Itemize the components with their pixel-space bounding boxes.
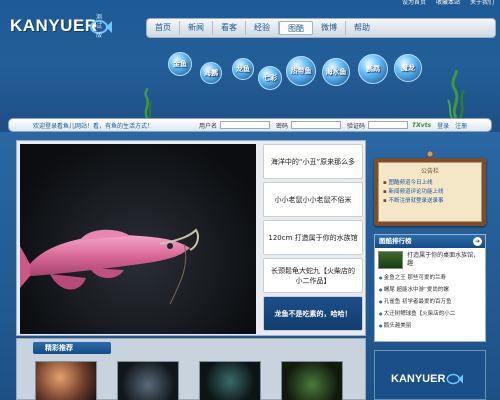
top-link-homepage[interactable]: 设为首页 bbox=[402, 0, 426, 6]
notice-board: 公告栏 图酷频道今日上线 新闻频道评论功能上线 不断注册就登录送录事 bbox=[374, 158, 486, 226]
password-label: 密码 bbox=[276, 122, 289, 130]
ranking-item[interactable]: 金鱼之王 那些可爱的兰寿 bbox=[379, 272, 481, 284]
captcha-image[interactable]: TXvts bbox=[412, 122, 431, 129]
notice-board-inner: 公告栏 图酷频道今日上线 新闻频道评论功能上线 不断注册就登录送录事 bbox=[378, 162, 482, 222]
beta-tag: 测试版 bbox=[96, 14, 103, 39]
captcha-label: 验证码 bbox=[347, 122, 366, 130]
bottom-logo: KANYUER bbox=[374, 350, 486, 400]
notice-pin-icon bbox=[426, 150, 434, 158]
bubble-goldfish-label: 金鱼 bbox=[173, 60, 187, 68]
nav-item-viewers[interactable]: 看客 bbox=[213, 21, 246, 35]
bubble-tropical-label: 热带鱼 bbox=[290, 67, 312, 75]
ranking-top-item[interactable]: 打造属于你的桌面水族馆，趣 bbox=[375, 248, 485, 272]
main-nav: 首页 新闻 看客 经验 图酷 微博 帮助 bbox=[146, 18, 496, 38]
logo-text: KANYUER bbox=[10, 16, 98, 35]
username-input[interactable] bbox=[220, 121, 271, 129]
notice-title: 公告栏 bbox=[420, 168, 439, 175]
bottom-fish-logo-icon bbox=[446, 373, 463, 385]
bubble-arowana[interactable]: 龙鱼 bbox=[232, 58, 254, 80]
bubble-arowana-label: 龙鱼 bbox=[236, 65, 250, 73]
top-link-about[interactable]: 关于我们 bbox=[470, 0, 494, 6]
nav-item-home[interactable]: 首页 bbox=[147, 21, 180, 35]
bubble-parrot-label: 鹦鹉 bbox=[366, 65, 380, 73]
recommend-thumb[interactable] bbox=[117, 361, 179, 400]
ranking-item[interactable]: 大迁树鳃球鱼【火柴店的小二 bbox=[379, 308, 481, 320]
nav-item-weibo[interactable]: 微博 bbox=[313, 21, 346, 35]
ranking-top-thumb bbox=[378, 251, 404, 269]
recommend-thumb[interactable] bbox=[35, 361, 97, 400]
story-item[interactable]: 长颈鬆龟大蛇九【火柴店的小二作品】 bbox=[263, 258, 363, 293]
bubble-goldfish[interactable]: 金鱼 bbox=[168, 52, 192, 76]
featured-panel: 海洋中的“小丑”原来那么多 小小老鼠小小老鼠不俗米 120cm 打造属于你的水族… bbox=[16, 140, 366, 336]
ranking-title: 图酷排行榜 bbox=[379, 237, 412, 245]
ranking-item[interactable]: 螺尾 超能水中游“爱尚的螺 bbox=[379, 284, 481, 296]
nav-item-experience[interactable]: 经验 bbox=[246, 21, 279, 35]
recommend-thumb[interactable] bbox=[281, 361, 343, 400]
story-item[interactable]: 海洋中的“小丑”原来那么多 bbox=[263, 144, 363, 179]
username-label: 用户名 bbox=[199, 122, 218, 130]
ranking-top-text: 打造属于你的桌面水族馆，趣 bbox=[407, 252, 480, 267]
story-item-active[interactable]: 龙鱼不是吃素的，哈哈！ bbox=[263, 296, 363, 331]
seaweed-left-icon bbox=[144, 88, 152, 118]
arowana-photo-illustration bbox=[20, 228, 199, 305]
login-bar: 欢迎登录看鱼儿网站！看，有鱼的生活方式！ 用户名 密码 验证码 TXvts 登录… bbox=[8, 118, 492, 132]
recommend-thumb[interactable] bbox=[199, 361, 261, 400]
ranking-more-icon[interactable]: ➜ bbox=[473, 237, 482, 246]
notice-item[interactable]: 图酷频道今日上线 bbox=[383, 179, 477, 188]
ranking-item[interactable]: 鹅头越美丽 bbox=[379, 320, 481, 332]
bubble-discus[interactable]: 七彩 bbox=[258, 66, 282, 90]
password-input[interactable] bbox=[291, 121, 342, 129]
bubble-parrotfish-label: 海鹦 bbox=[204, 69, 218, 77]
bubble-saltwater[interactable]: 海水鱼 bbox=[322, 58, 350, 86]
welcome-text: 欢迎登录看鱼儿网站！看，有鱼的生活方式！ bbox=[33, 122, 154, 130]
featured-photo[interactable] bbox=[20, 144, 256, 334]
bubble-parrotfish[interactable]: 海鹦 bbox=[200, 62, 222, 84]
bubble-dragon[interactable]: 魔龙 bbox=[394, 54, 422, 82]
nav-item-news[interactable]: 新闻 bbox=[180, 21, 213, 35]
recommend-title: 精彩推荐 bbox=[33, 342, 111, 354]
ranking-list: 金鱼之王 那些可爱的兰寿 螺尾 超能水中游“爱尚的螺 孔雀鱼 初学者最爱的百万鱼… bbox=[375, 272, 485, 332]
login-link[interactable]: 登录 bbox=[437, 121, 449, 130]
bubble-discus-label: 七彩 bbox=[263, 74, 277, 82]
recommend-panel: 精彩推荐 bbox=[16, 338, 366, 400]
bottom-logo-text: KANYUER bbox=[391, 373, 446, 385]
bubble-saltwater-label: 海水鱼 bbox=[325, 68, 347, 76]
story-list: 海洋中的“小丑”原来那么多 小小老鼠小小老鼠不俗米 120cm 打造属于你的水族… bbox=[263, 144, 363, 334]
seaweed-right-icon bbox=[447, 70, 466, 118]
story-item[interactable]: 120cm 打造属于你的水族馆 bbox=[263, 220, 363, 255]
nav-item-gallery[interactable]: 图酷 bbox=[279, 21, 313, 35]
captcha-input[interactable] bbox=[368, 121, 409, 129]
ranking-panel: 图酷排行榜 ➜ 打造属于你的桌面水族馆，趣 金鱼之王 那些可爱的兰寿 螺尾 超能… bbox=[374, 234, 486, 342]
notice-item[interactable]: 不断注册就登录送录事 bbox=[383, 197, 477, 206]
ranking-header: 图酷排行榜 ➜ bbox=[375, 235, 485, 248]
bubble-dragon-label: 魔龙 bbox=[401, 64, 415, 72]
ranking-item[interactable]: 孔雀鱼 初学者最爱的百万鱼 bbox=[379, 296, 481, 308]
bubble-parrot[interactable]: 鹦鹉 bbox=[358, 54, 388, 84]
bubble-tropical[interactable]: 热带鱼 bbox=[286, 56, 316, 86]
notice-item[interactable]: 新闻频道评论功能上线 bbox=[383, 188, 477, 197]
story-item[interactable]: 小小老鼠小小老鼠不俗米 bbox=[263, 182, 363, 217]
top-links: 设为首页 收藏本站 关于我们 bbox=[332, 0, 500, 6]
register-link[interactable]: 注册 bbox=[455, 121, 467, 130]
top-link-bookmark[interactable]: 收藏本站 bbox=[436, 0, 460, 6]
nav-item-help[interactable]: 帮助 bbox=[346, 21, 378, 35]
